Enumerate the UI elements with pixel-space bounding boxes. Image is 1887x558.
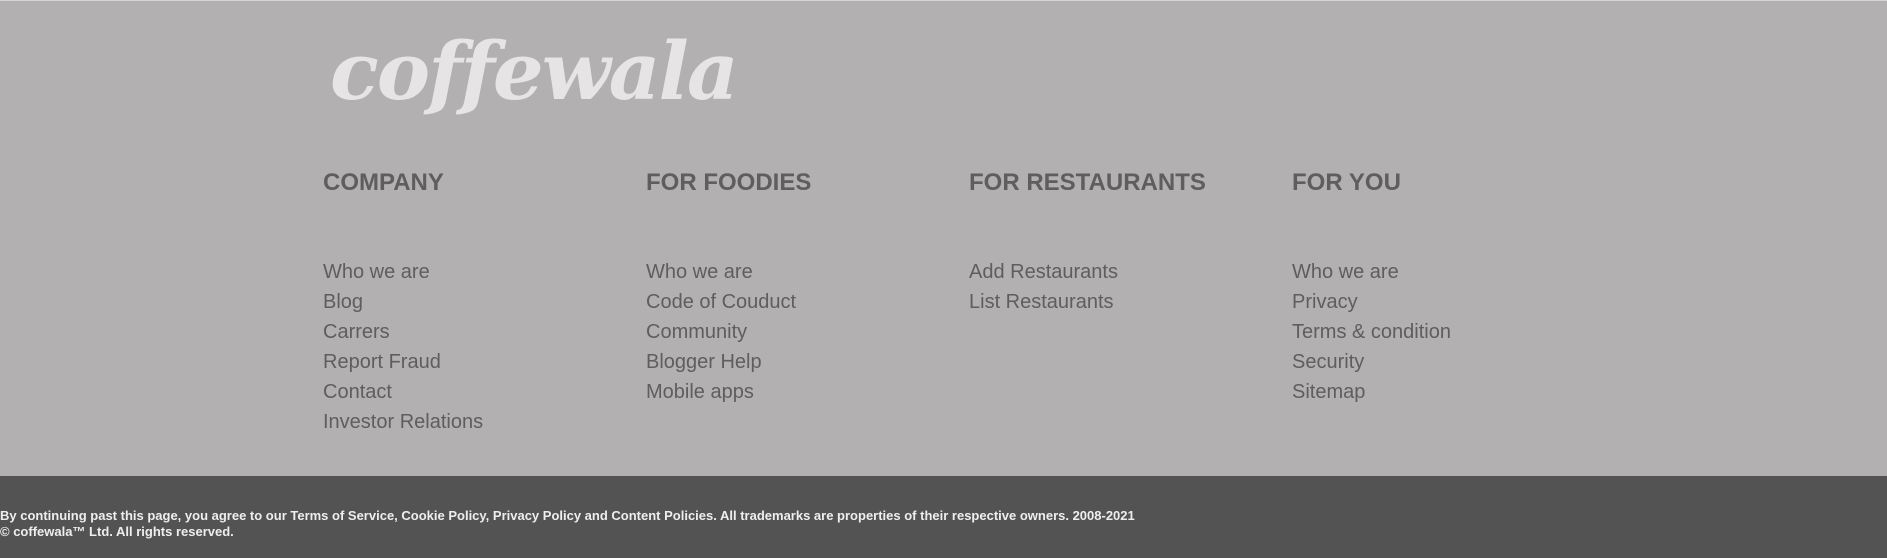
footer-link-security[interactable]: Security (1292, 347, 1451, 377)
legal-text: By continuing past this page, you agree … (0, 508, 1135, 540)
footer-column-for-restaurants: FOR RESTAURANTS Add Restaurants List Res… (969, 169, 1206, 313)
footer-link-investor-relations[interactable]: Investor Relations (323, 407, 483, 437)
footer-link-carrers[interactable]: Carrers (323, 317, 483, 347)
footer-link-who-we-are[interactable]: Who we are (646, 257, 796, 287)
footer-column-company: COMPANY Who we are Blog Carrers Report F… (323, 169, 483, 433)
column-heading: FOR YOU (1292, 169, 1401, 196)
footer-link-list: Who we are Code of Couduct Community Blo… (646, 257, 796, 407)
brand-logo[interactable]: coffewala (330, 31, 739, 111)
column-heading: FOR FOODIES (646, 169, 812, 196)
footer-link-list: Add Restaurants List Restaurants (969, 257, 1118, 317)
footer-link-list-restaurants[interactable]: List Restaurants (969, 287, 1118, 317)
footer-link-blog[interactable]: Blog (323, 287, 483, 317)
footer-link-community[interactable]: Community (646, 317, 796, 347)
column-heading: FOR RESTAURANTS (969, 169, 1206, 196)
site-footer: coffewala COMPANY Who we are Blog Carrer… (0, 0, 1887, 476)
footer-link-who-we-are[interactable]: Who we are (1292, 257, 1451, 287)
footer-link-blogger-help[interactable]: Blogger Help (646, 347, 796, 377)
footer-link-contact[interactable]: Contact (323, 377, 483, 407)
footer-link-report-fraud[interactable]: Report Fraud (323, 347, 483, 377)
copyright-notice: © coffewala™ Ltd. All rights reserved. (0, 524, 234, 539)
footer-link-list: Who we are Privacy Terms & condition Sec… (1292, 257, 1451, 407)
footer-legal-bar: By continuing past this page, you agree … (0, 476, 1887, 558)
footer-link-sitemap[interactable]: Sitemap (1292, 377, 1451, 407)
footer-column-for-you: FOR YOU Who we are Privacy Terms & condi… (1292, 169, 1451, 403)
footer-link-list: Who we are Blog Carrers Report Fraud Con… (323, 257, 483, 437)
footer-link-who-we-are[interactable]: Who we are (323, 257, 483, 287)
footer-link-code-of-conduct[interactable]: Code of Couduct (646, 287, 796, 317)
footer-link-mobile-apps[interactable]: Mobile apps (646, 377, 796, 407)
legal-notice: By continuing past this page, you agree … (0, 508, 1135, 523)
column-heading: COMPANY (323, 169, 444, 196)
footer-link-privacy[interactable]: Privacy (1292, 287, 1451, 317)
footer-link-terms-condition[interactable]: Terms & condition (1292, 317, 1451, 347)
footer-column-for-foodies: FOR FOODIES Who we are Code of Couduct C… (646, 169, 812, 403)
footer-link-add-restaurants[interactable]: Add Restaurants (969, 257, 1118, 287)
